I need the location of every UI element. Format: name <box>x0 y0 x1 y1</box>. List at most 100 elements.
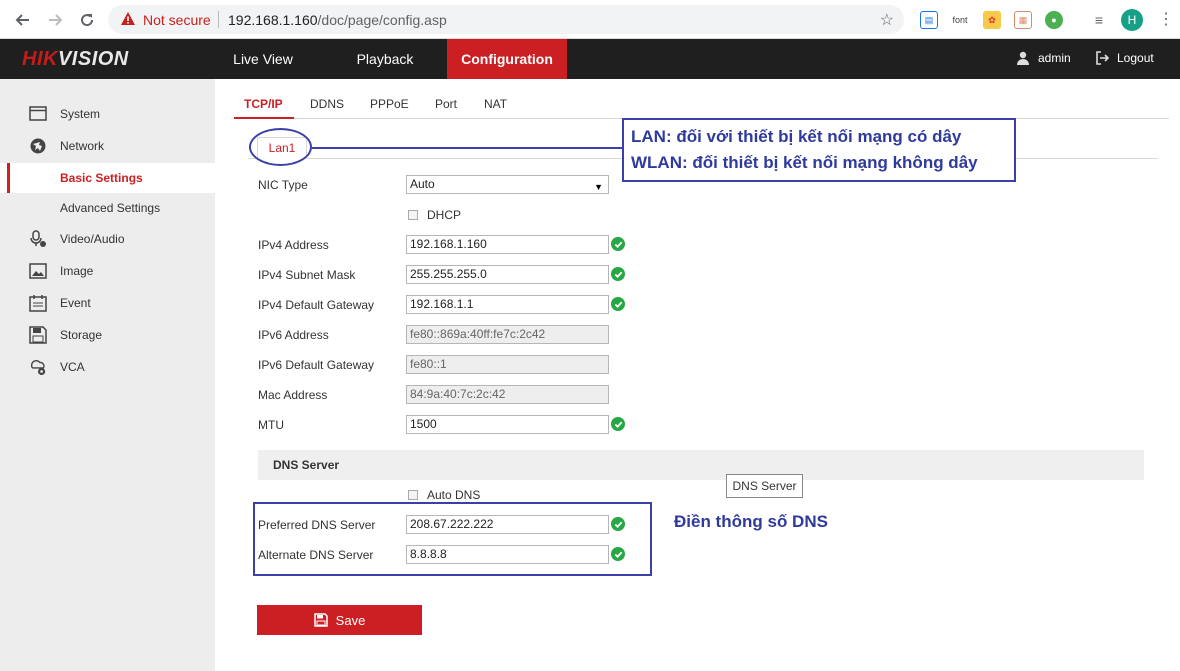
sidebar-item-label: VCA <box>60 360 85 374</box>
sidebar-item-label: Event <box>60 296 91 310</box>
profile-avatar[interactable]: H <box>1121 9 1143 31</box>
sidebar-item-basic-settings[interactable]: Basic Settings <box>0 163 215 193</box>
ipv4-gateway-label: IPv4 Default Gateway <box>258 298 375 312</box>
storage-icon <box>29 326 47 344</box>
annotation-connector <box>312 147 623 149</box>
valid-check-icon <box>611 417 625 431</box>
nic-type-label: NIC Type <box>258 178 308 192</box>
ipv6-address-input: fe80::869a:40ff:fe7c:2c42 <box>406 325 609 344</box>
image-icon <box>29 262 47 280</box>
mac-address-input: 84:9a:40:7c:2c:42 <box>406 385 609 404</box>
logout-label: Logout <box>1117 51 1154 65</box>
active-tab-underline <box>234 117 294 119</box>
system-icon <box>29 105 47 123</box>
sidebar-item-label: Storage <box>60 328 103 342</box>
hikvision-logo: HIKVISION <box>22 48 129 70</box>
extension-reader-icon[interactable]: ▤ <box>920 11 938 29</box>
nav-live-view[interactable]: Live View <box>213 39 313 79</box>
tab-nat[interactable]: NAT <box>484 97 507 111</box>
dns-tooltip: DNS Server <box>726 474 803 498</box>
logout-button[interactable]: Logout <box>1095 51 1154 65</box>
extension-globe-icon[interactable]: ● <box>1045 11 1063 29</box>
ipv4-address-input[interactable]: 192.168.1.160 <box>406 235 609 254</box>
tab-port[interactable]: Port <box>435 97 457 111</box>
ipv4-address-label: IPv4 Address <box>258 238 329 252</box>
nic-type-value: Auto <box>410 177 435 191</box>
sidebar-item-video-audio[interactable]: Video/Audio <box>0 224 215 254</box>
url-divider <box>218 11 219 28</box>
save-button[interactable]: Save <box>257 605 422 635</box>
sidebar: System Network Basic Settings Advanced S… <box>0 79 215 671</box>
annotation-ellipse <box>249 128 312 166</box>
valid-check-icon <box>611 267 625 281</box>
back-icon[interactable] <box>12 9 34 31</box>
annotation-wlan-text: WLAN: đối thiết bị kết nối mạng không dâ… <box>631 153 978 172</box>
user-menu[interactable]: admin <box>1016 51 1071 65</box>
ipv4-mask-input[interactable]: 255.255.255.0 <box>406 265 609 284</box>
sidebar-item-image[interactable]: Image <box>0 256 215 286</box>
tab-ddns[interactable]: DDNS <box>310 97 344 111</box>
mtu-input[interactable]: 1500 <box>406 415 609 434</box>
url-text: 192.168.1.160/doc/page/config.asp <box>228 12 447 28</box>
dhcp-checkbox[interactable] <box>408 210 418 220</box>
media-queue-icon[interactable]: ≡ <box>1090 11 1108 29</box>
sidebar-item-advanced-settings[interactable]: Advanced Settings <box>0 193 215 223</box>
logout-icon <box>1096 51 1109 65</box>
sidebar-item-network[interactable]: Network <box>0 131 215 161</box>
annotation-lan-text: LAN: đối với thiết bị kết nối mạng có dâ… <box>631 127 962 146</box>
valid-check-icon <box>611 297 625 311</box>
dns-section-header: DNS Server <box>258 450 1144 480</box>
sidebar-item-storage[interactable]: Storage <box>0 320 215 350</box>
ipv6-address-label: IPv6 Address <box>258 328 329 342</box>
address-bar[interactable]: Not secure 192.168.1.160/doc/page/config… <box>108 5 904 34</box>
ipv4-gateway-input[interactable]: 192.168.1.1 <box>406 295 609 314</box>
sidebar-item-label: Network <box>60 139 105 153</box>
dns-section-title: DNS Server <box>273 458 340 472</box>
extension-font-icon[interactable]: font <box>948 11 972 29</box>
nic-type-select[interactable]: Auto ▼ <box>406 175 609 194</box>
network-icon <box>29 137 47 155</box>
user-icon <box>1017 51 1029 65</box>
sidebar-item-vca[interactable]: VCA <box>0 352 215 382</box>
chevron-down-icon: ▼ <box>594 182 603 192</box>
sidebar-item-label: System <box>60 107 101 121</box>
ipv6-gateway-label: IPv6 Default Gateway <box>258 358 375 372</box>
security-status: Not secure <box>143 12 211 28</box>
bookmark-star-icon[interactable]: ☆ <box>880 10 894 30</box>
browser-menu-icon[interactable]: ⋮ <box>1158 9 1174 29</box>
sidebar-item-label: Advanced Settings <box>60 201 161 215</box>
auto-dns-checkbox[interactable] <box>408 490 418 500</box>
annotation-lan-box: LAN: đối với thiết bị kết nối mạng có dâ… <box>622 118 1016 182</box>
mtu-label: MTU <box>258 418 284 432</box>
vca-icon <box>29 358 47 376</box>
nav-playback[interactable]: Playback <box>335 39 435 79</box>
video-audio-icon <box>29 230 47 248</box>
annotation-dns-text: Điền thông số DNS <box>674 512 828 531</box>
sidebar-item-label: Image <box>60 264 94 278</box>
ipv6-gateway-input: fe80::1 <box>406 355 609 374</box>
active-indicator <box>7 163 10 193</box>
tab-pppoe[interactable]: PPPoE <box>370 97 409 111</box>
save-label: Save <box>335 612 366 628</box>
forward-icon[interactable] <box>44 9 66 31</box>
save-icon <box>313 613 328 627</box>
extension-seo-icon[interactable]: ✿ <box>983 11 1001 29</box>
annotation-dns-box <box>253 502 652 576</box>
sidebar-item-system[interactable]: System <box>0 99 215 129</box>
dhcp-label: DHCP <box>427 208 462 222</box>
warning-icon <box>121 12 135 25</box>
mac-address-label: Mac Address <box>258 388 328 402</box>
browser-toolbar: Not secure 192.168.1.160/doc/page/config… <box>0 0 1180 39</box>
sidebar-item-label: Basic Settings <box>60 171 143 185</box>
sidebar-item-event[interactable]: Event <box>0 288 215 318</box>
username: admin <box>1038 51 1071 65</box>
ipv4-mask-label: IPv4 Subnet Mask <box>258 268 356 282</box>
sidebar-item-label: Video/Audio <box>60 232 125 246</box>
app-header: HIKVISION Live View Playback Configurati… <box>0 39 1180 79</box>
extension-calendar-icon[interactable]: ▦ <box>1014 11 1032 29</box>
tab-tcp-ip[interactable]: TCP/IP <box>244 97 283 111</box>
auto-dns-label: Auto DNS <box>427 488 481 502</box>
nav-configuration[interactable]: Configuration <box>447 39 567 79</box>
reload-icon[interactable] <box>76 9 98 31</box>
valid-check-icon <box>611 237 625 251</box>
